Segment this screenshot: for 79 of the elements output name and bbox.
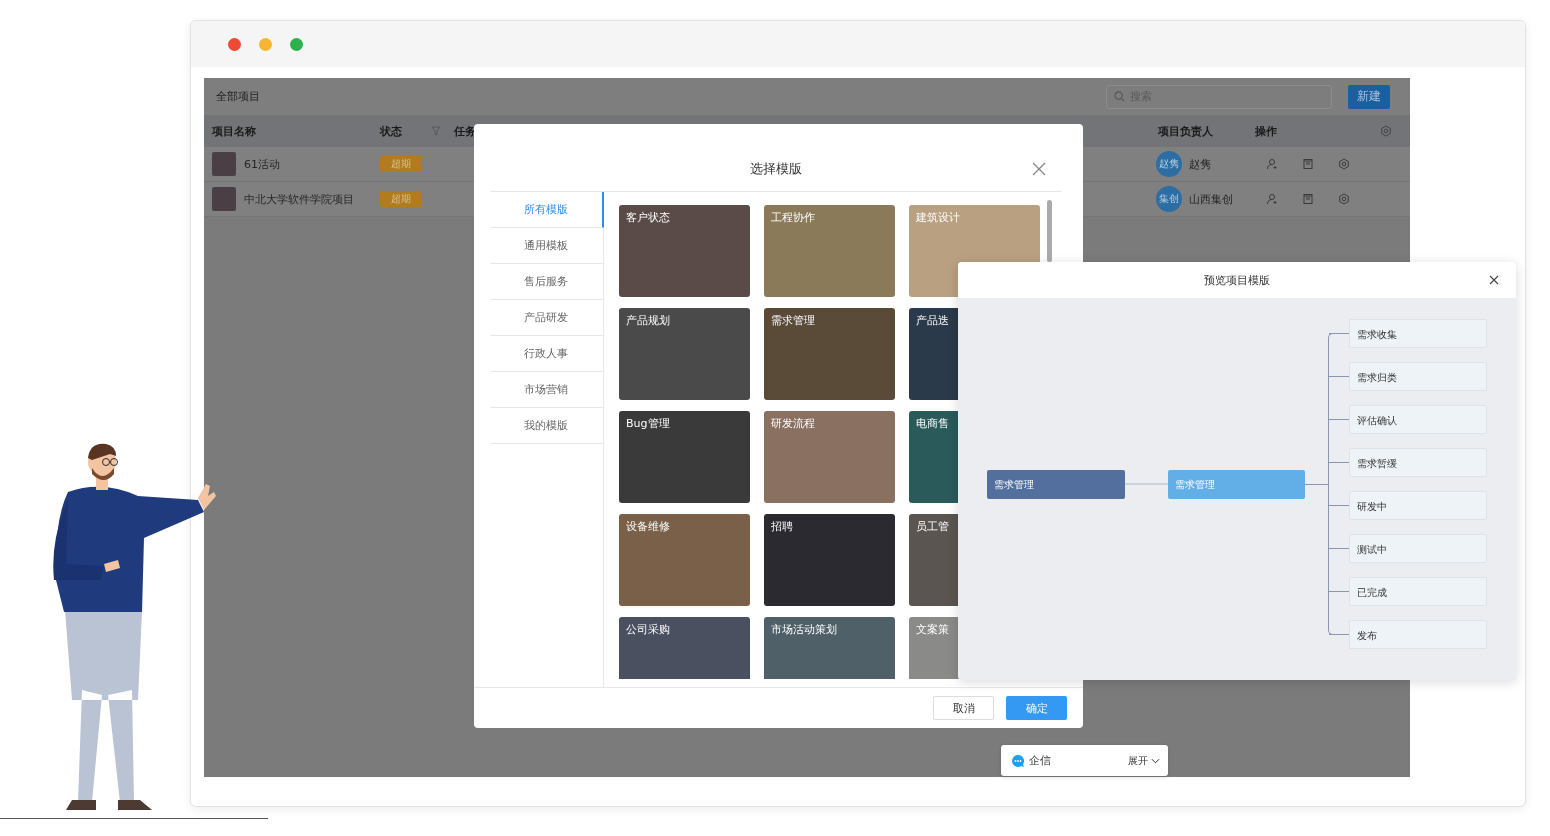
template-name: 建筑设计 [916, 210, 960, 225]
template-name: 电商售 [916, 416, 949, 431]
category-tab[interactable]: 产品研发 [490, 300, 604, 336]
column-header: 操作 [1255, 123, 1277, 139]
root-node[interactable]: 需求管理 [987, 470, 1125, 499]
template-name: 产品规划 [626, 313, 670, 328]
template-card[interactable]: 需求管理 [764, 308, 895, 400]
scrollbar[interactable] [1047, 200, 1052, 262]
expand-button[interactable]: 展开 [1128, 753, 1160, 768]
chat-label: 企信 [1029, 753, 1051, 768]
template-card[interactable]: 研发流程 [764, 411, 895, 503]
template-card[interactable]: 产品规划 [619, 308, 750, 400]
category-tab[interactable]: 市场营销 [490, 372, 604, 408]
project-thumbnail [212, 187, 236, 211]
column-header: 项目负责人 [1158, 123, 1213, 139]
template-name: 文案策 [916, 622, 949, 637]
cancel-button[interactable]: 取消 [933, 696, 994, 720]
column-header: 项目名称 [212, 123, 256, 139]
column-header: 状态 [380, 123, 402, 139]
stage-node[interactable]: 已完成 [1349, 577, 1487, 606]
stage-node[interactable]: 测试中 [1349, 534, 1487, 563]
settings-icon[interactable] [1380, 125, 1392, 137]
page-title: 全部项目 [216, 89, 260, 104]
owner-avatar: 集创 [1156, 186, 1182, 212]
user-add-icon[interactable] [1266, 158, 1278, 170]
project-name[interactable]: 中北大学软件学院项目 [244, 191, 354, 207]
owner-name: 山西集创 [1189, 191, 1233, 207]
settings-icon[interactable] [1338, 193, 1350, 205]
template-card[interactable]: 招聘 [764, 514, 895, 606]
project-thumbnail [212, 152, 236, 176]
search-icon [1114, 90, 1125, 102]
status-badge: 超期 [380, 191, 422, 207]
template-card[interactable]: Bug管理 [619, 411, 750, 503]
stage-node[interactable]: 需求归类 [1349, 362, 1487, 391]
panel-title: 预览项目模版 [1204, 272, 1270, 288]
window-control-button[interactable] [290, 37, 303, 51]
project-name[interactable]: 61活动 [244, 156, 280, 172]
category-tab[interactable]: 行政人事 [490, 336, 604, 372]
archive-icon[interactable] [1302, 193, 1314, 205]
close-icon[interactable] [1489, 275, 1499, 285]
template-card[interactable]: 公司采购 [619, 617, 750, 679]
stage-node[interactable]: 评估确认 [1349, 405, 1487, 434]
owner-avatar: 赵隽 [1156, 151, 1182, 177]
template-name: 市场活动策划 [771, 622, 837, 637]
chevron-down-icon [1151, 757, 1160, 764]
template-card[interactable]: 客户状态 [619, 205, 750, 297]
template-name: 公司采购 [626, 622, 670, 637]
template-name: 员工管 [916, 519, 949, 534]
stage-node[interactable]: 发布 [1349, 620, 1487, 649]
dialog-title: 选择模版 [750, 159, 802, 178]
template-name: Bug管理 [626, 416, 670, 431]
window-control-button[interactable] [228, 37, 241, 51]
template-card[interactable]: 设备维修 [619, 514, 750, 606]
category-tab[interactable]: 我的模版 [490, 408, 604, 444]
column-header: 任务 [454, 123, 476, 139]
window-control-button[interactable] [259, 37, 272, 51]
category-tab[interactable]: 售后服务 [490, 264, 604, 300]
template-name: 工程协作 [771, 210, 815, 225]
settings-icon[interactable] [1338, 158, 1350, 170]
stage-node[interactable]: 需求收集 [1349, 319, 1487, 348]
status-badge: 超期 [380, 156, 422, 172]
template-name: 产品迭 [916, 313, 949, 328]
template-name: 研发流程 [771, 416, 815, 431]
stage-node[interactable]: 需求暂缓 [1349, 448, 1487, 477]
category-tab[interactable]: 通用模板 [490, 228, 604, 264]
new-button[interactable]: 新建 [1348, 84, 1390, 109]
template-card[interactable]: 工程协作 [764, 205, 895, 297]
template-name: 招聘 [771, 519, 793, 534]
chat-bubble-icon [1011, 753, 1025, 768]
stage-node[interactable]: 研发中 [1349, 491, 1487, 520]
template-card[interactable]: 市场活动策划 [764, 617, 895, 679]
archive-icon[interactable] [1302, 158, 1314, 170]
template-name: 设备维修 [626, 519, 670, 534]
template-name: 客户状态 [626, 210, 670, 225]
owner-name: 赵隽 [1189, 156, 1211, 172]
category-tab[interactable]: 所有模版 [490, 192, 604, 228]
template-name: 需求管理 [771, 313, 815, 328]
filter-icon[interactable] [431, 126, 441, 136]
user-add-icon[interactable] [1266, 193, 1278, 205]
